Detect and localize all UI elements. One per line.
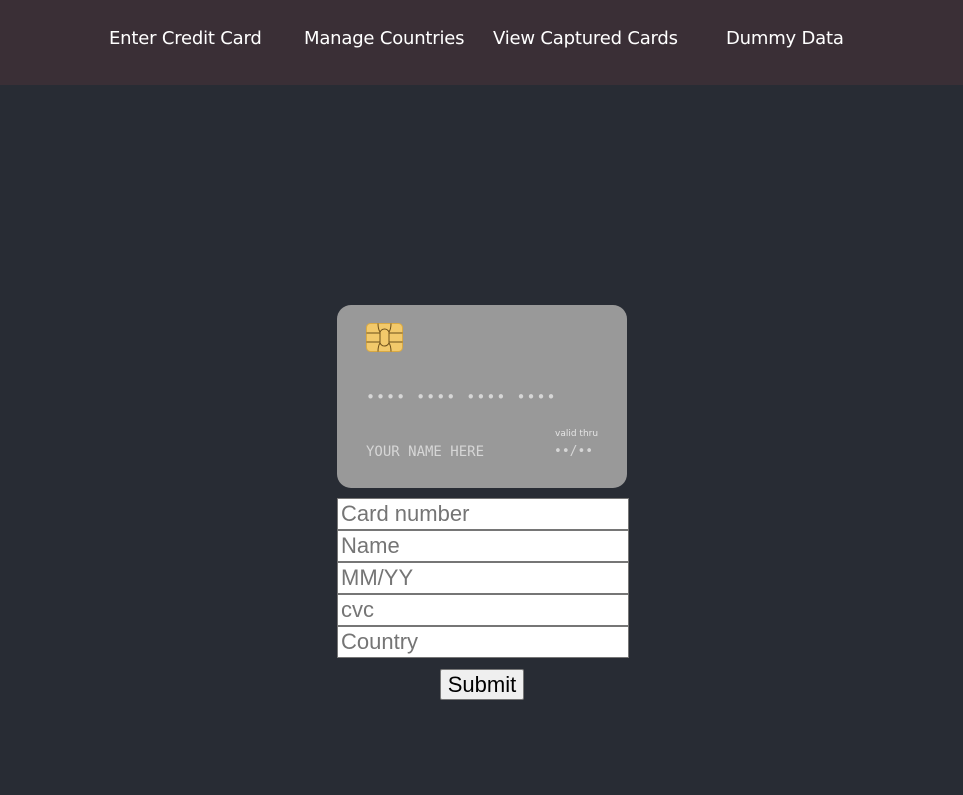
nav-link-manage-countries[interactable]: Manage Countries <box>304 28 465 50</box>
nav-link-view-captured-cards[interactable]: View Captured Cards <box>493 28 678 50</box>
nav-link-enter-credit-card[interactable]: Enter Credit Card <box>109 28 262 50</box>
card-number-input[interactable] <box>337 498 629 530</box>
top-navbar: Enter Credit Card Manage Countries View … <box>0 0 963 85</box>
expiry-input[interactable] <box>337 562 629 594</box>
nav-link-dummy-data[interactable]: Dummy Data <box>726 28 844 50</box>
country-input[interactable] <box>337 626 629 658</box>
card-chip-icon <box>366 323 403 352</box>
credit-card-preview: •••• •••• •••• •••• YOUR NAME HERE valid… <box>337 305 627 488</box>
cvc-input[interactable] <box>337 594 629 626</box>
card-number-display: •••• •••• •••• •••• <box>366 388 557 406</box>
name-input[interactable] <box>337 530 629 562</box>
card-expiry-display: ••/•• <box>554 444 594 459</box>
submit-button[interactable]: Submit <box>440 669 524 700</box>
card-holder-name-display: YOUR NAME HERE <box>366 444 485 460</box>
valid-thru-label: valid thru <box>555 429 599 439</box>
